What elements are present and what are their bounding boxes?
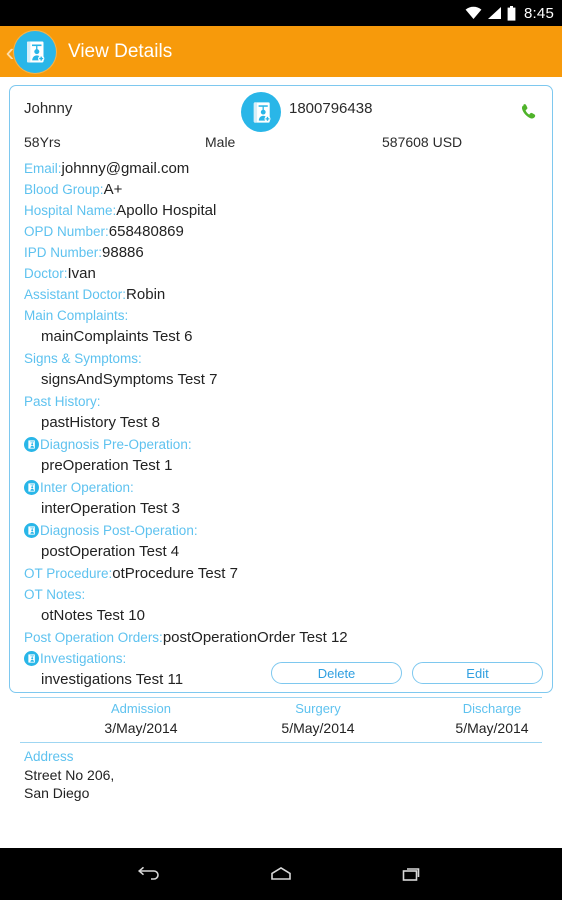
field-ot-notes-label-row: OT Notes:: [10, 584, 552, 605]
status-bar-time: 8:45: [524, 4, 554, 22]
dates-value-surgery: 5/May/2014: [281, 720, 355, 736]
phone-call-icon[interactable]: [518, 101, 540, 123]
patient-name: Johnny: [24, 100, 73, 117]
field-ipd-number: IPD Number:98886: [10, 242, 552, 263]
field-opd-number-label: OPD Number:: [24, 224, 109, 239]
field-opd-number-value: 658480869: [108, 223, 184, 240]
field-ot-procedure-value: otProcedure Test 7: [112, 565, 238, 582]
field-hospital-name: Hospital Name:Apollo Hospital: [10, 200, 552, 221]
field-assistant-doctor-label: Assistant Doctor:: [24, 287, 127, 302]
patient-gender: Male: [205, 134, 236, 150]
field-blood-group-label: Blood Group:: [24, 182, 104, 197]
field-pre-operation-value: preOperation Test 1: [41, 457, 173, 474]
dates-header-discharge: Discharge: [462, 701, 522, 716]
address-line-2: San Diego: [24, 785, 90, 801]
home-icon[interactable]: [261, 857, 301, 891]
field-pre-operation-label: Diagnosis Pre-Operation:: [40, 437, 192, 452]
patient-file-badge-icon: [24, 437, 39, 452]
address-line-1: Street No 206,: [24, 767, 115, 783]
field-assistant-doctor: Assistant Doctor:Robin: [10, 284, 552, 305]
patient-details-card: Johnny 1800796438 58Yrs Male 587608 USD …: [9, 85, 554, 801]
patient-file-badge-icon: [24, 480, 39, 495]
field-signs-symptoms-value: signsAndSymptoms Test 7: [41, 371, 218, 388]
field-signs-symptoms-label-row: Signs & Symptoms:: [10, 348, 552, 369]
field-post-operation-orders-label: Post Operation Orders:: [24, 630, 163, 645]
field-inter-operation-label-row: Inter Operation:: [10, 477, 552, 498]
dates-table: Admission Surgery Discharge 3/May/2014 5…: [20, 697, 542, 743]
field-ipd-number-label: IPD Number:: [24, 245, 103, 260]
back-icon[interactable]: [129, 857, 169, 891]
field-hospital-name-label: Hospital Name:: [24, 203, 117, 218]
field-doctor-value: Ivan: [67, 265, 96, 282]
field-doctor-label: Doctor:: [24, 266, 68, 281]
field-pre-operation-label-row: Diagnosis Pre-Operation:: [10, 434, 552, 455]
delete-button[interactable]: Delete: [271, 662, 402, 684]
patient-age: 58Yrs: [24, 134, 61, 150]
field-email-label: Email:: [24, 161, 62, 176]
dates-header-surgery: Surgery: [295, 701, 341, 716]
field-ot-notes-label: OT Notes:: [24, 587, 86, 602]
field-blood-group-value: A+: [103, 181, 123, 198]
address-label: Address: [24, 749, 74, 764]
page-title: View Details: [68, 40, 173, 62]
patient-file-badge-icon: [24, 523, 39, 538]
navigation-bar: [0, 848, 562, 900]
field-inter-operation-label: Inter Operation:: [40, 480, 134, 495]
signal-icon: [487, 6, 502, 20]
dates-value-discharge: 5/May/2014: [455, 720, 529, 736]
app-bar: ‹ View Details: [0, 26, 562, 77]
field-main-complaints-label: Main Complaints:: [24, 308, 129, 323]
field-blood-group: Blood Group:A+: [10, 179, 552, 200]
edit-button[interactable]: Edit: [412, 662, 543, 684]
field-post-operation-orders: Post Operation Orders:postOperationOrder…: [10, 627, 552, 648]
field-past-history-label: Past History:: [24, 394, 101, 409]
recents-icon[interactable]: [393, 857, 433, 891]
field-opd-number: OPD Number:658480869: [10, 221, 552, 242]
field-post-operation-orders-value: postOperationOrder Test 12: [162, 629, 348, 646]
field-doctor: Doctor:Ivan: [10, 263, 552, 284]
field-past-history-label-row: Past History:: [10, 391, 552, 412]
field-ot-procedure-label: OT Procedure:: [24, 566, 113, 581]
dates-header-admission: Admission: [111, 701, 171, 716]
status-bar: 8:45: [0, 0, 562, 26]
field-inter-operation-value: interOperation Test 3: [41, 500, 180, 517]
battery-icon: [507, 5, 516, 21]
field-email: Email:johnny@gmail.com: [10, 158, 552, 179]
field-main-complaints-label-row: Main Complaints:: [10, 305, 552, 326]
field-post-operation-value: postOperation Test 4: [41, 543, 180, 560]
dates-value-admission: 3/May/2014: [104, 720, 178, 736]
patient-header-row: Johnny 1800796438: [10, 86, 552, 134]
card-action-row: Delete Edit: [10, 662, 554, 684]
patient-summary-row: 58Yrs Male 587608 USD: [10, 134, 552, 158]
patient-phone-number: 1800796438: [289, 100, 373, 117]
field-past-history-value: pastHistory Test 8: [41, 414, 160, 431]
field-post-operation-label-row: Diagnosis Post-Operation:: [10, 520, 552, 541]
field-assistant-doctor-value: Robin: [126, 286, 166, 303]
patient-file-badge-icon[interactable]: [14, 30, 56, 73]
field-main-complaints-value: mainComplaints Test 6: [41, 328, 193, 345]
dates-header-row: Admission Surgery Discharge: [20, 701, 542, 720]
app-screen: 8:45 ‹ View Details Johnny 1800796438 58…: [0, 0, 562, 900]
field-hospital-name-value: Apollo Hospital: [116, 202, 217, 219]
field-signs-symptoms-label: Signs & Symptoms:: [24, 351, 142, 366]
field-ipd-number-value: 98886: [102, 244, 144, 261]
dates-value-row: 3/May/2014 5/May/2014 5/May/2014: [20, 720, 542, 739]
wifi-icon: [465, 6, 482, 20]
field-post-operation-label: Diagnosis Post-Operation:: [40, 523, 198, 538]
patient-file-badge-icon[interactable]: [241, 92, 281, 132]
field-ot-notes-value: otNotes Test 10: [41, 607, 145, 624]
field-ot-procedure: OT Procedure:otProcedure Test 7: [10, 563, 552, 584]
field-email-value: johnny@gmail.com: [61, 160, 190, 177]
patient-amount: 587608 USD: [382, 134, 463, 150]
